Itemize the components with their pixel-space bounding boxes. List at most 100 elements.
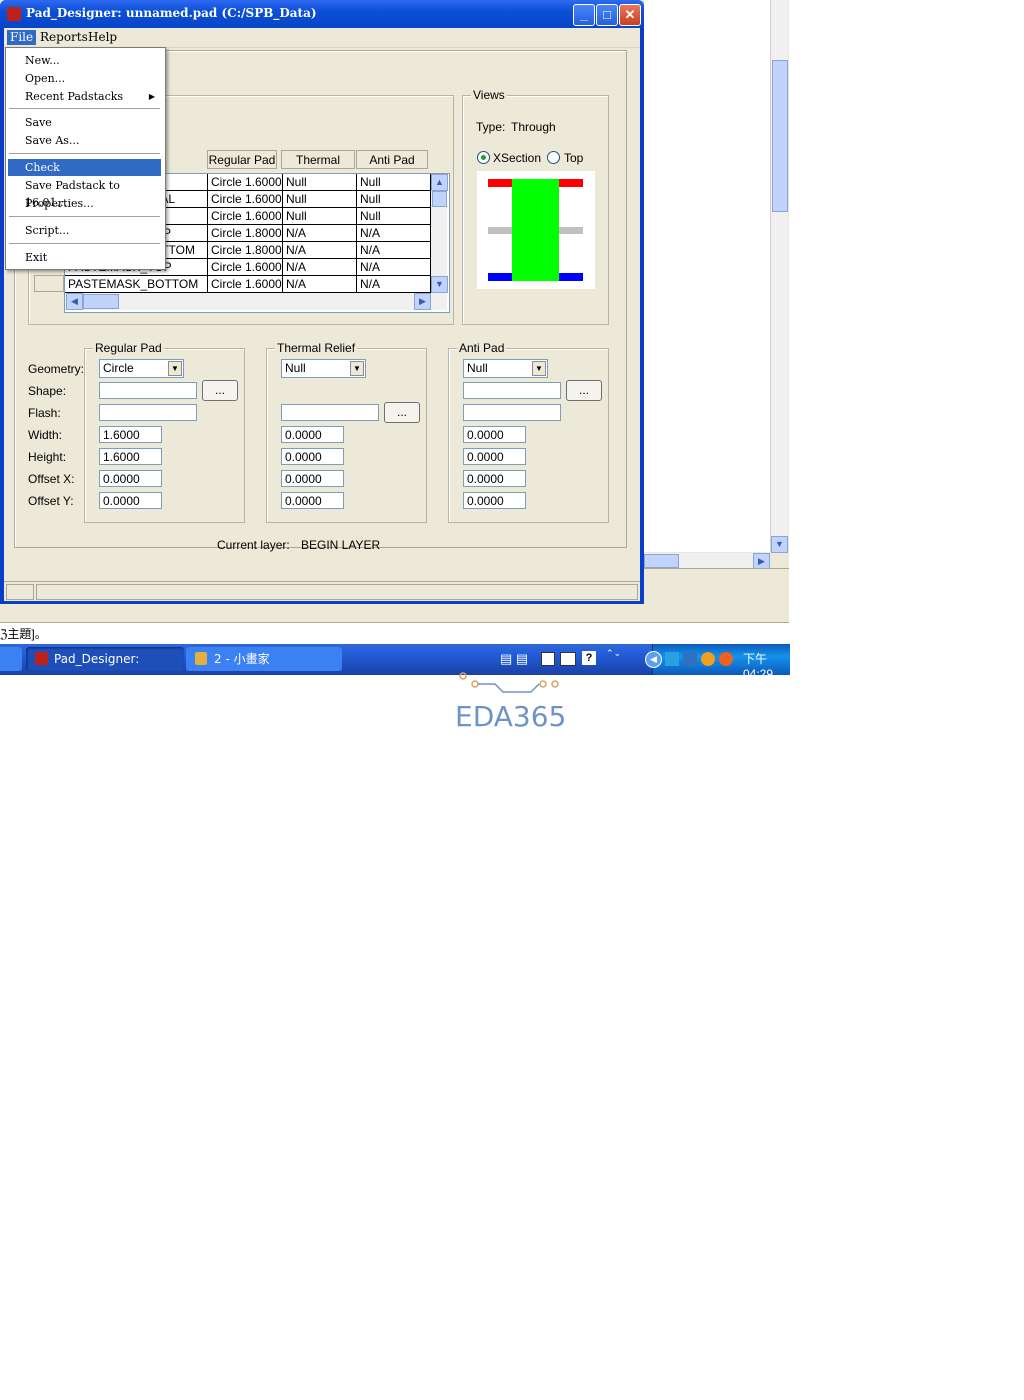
cell-anti[interactable]: N/A xyxy=(357,259,431,276)
taskbar-item-pad-designer[interactable]: Pad_Designer: unname... xyxy=(26,647,184,690)
cell-anti[interactable]: Null xyxy=(357,174,431,191)
chevron-down-icon[interactable]: ▼ xyxy=(350,361,364,376)
input-mode-icon[interactable] xyxy=(560,652,576,666)
regular-offset-y-field[interactable]: 0.0000 xyxy=(99,492,162,509)
scroll-down-arrow-icon[interactable]: ▼ xyxy=(771,536,788,553)
regular-width-field[interactable]: 1.6000 xyxy=(99,426,162,443)
cell-anti[interactable]: Null xyxy=(357,208,431,225)
scroll-up-arrow-icon[interactable]: ▲ xyxy=(431,174,448,191)
thermal-height-field[interactable]: 0.0000 xyxy=(281,448,344,465)
cell-thermal[interactable]: Null xyxy=(283,208,357,225)
anti-geometry-select[interactable]: Null ▼ xyxy=(463,359,548,378)
regular-geometry-select[interactable]: Circle ▼ xyxy=(99,359,184,378)
cell-thermal[interactable]: Null xyxy=(283,174,357,191)
scroll-right-arrow-icon[interactable]: ▶ xyxy=(414,293,431,310)
cell-thermal[interactable]: N/A xyxy=(283,225,357,242)
menu-item-properties[interactable]: Properties... xyxy=(8,195,161,212)
thermal-width-field[interactable]: 0.0000 xyxy=(281,426,344,443)
minimize-icon[interactable]: _ xyxy=(573,4,595,26)
regular-offset-x-field[interactable]: 0.0000 xyxy=(99,470,162,487)
cell-thermal[interactable]: N/A xyxy=(283,276,357,293)
menu-reports[interactable]: Reports xyxy=(37,30,91,45)
network-icon[interactable] xyxy=(665,652,679,666)
scroll-thumb[interactable] xyxy=(772,60,788,212)
anti-width-field[interactable]: 0.0000 xyxy=(463,426,526,443)
xsection-radio[interactable] xyxy=(477,151,490,164)
top-radio[interactable] xyxy=(547,151,560,164)
row-header[interactable] xyxy=(34,275,64,292)
cell-anti[interactable]: N/A xyxy=(357,276,431,293)
scroll-thumb[interactable] xyxy=(83,294,119,309)
cell-anti[interactable]: Null xyxy=(357,191,431,208)
table-horizontal-scrollbar[interactable]: ◀ ▶ xyxy=(65,293,447,310)
cell-regular[interactable]: Circle 1.8000 xyxy=(208,225,283,242)
thermal-offset-y-field[interactable]: 0.0000 xyxy=(281,492,344,509)
menu-item-exit[interactable]: Exit xyxy=(8,249,161,266)
table-vertical-scrollbar[interactable]: ▲ ▼ xyxy=(431,174,448,293)
thermal-flash-browse-button[interactable]: ... xyxy=(384,402,420,423)
thermal-offset-x-field[interactable]: 0.0000 xyxy=(281,470,344,487)
cell-regular[interactable]: Circle 1.6000 xyxy=(208,276,283,293)
header-anti-pad[interactable]: Anti Pad xyxy=(356,150,428,169)
tray-expand-icon[interactable]: ◀ xyxy=(645,651,662,668)
qq-icon[interactable] xyxy=(719,652,733,666)
header-thermal-relief[interactable]: Thermal Relief xyxy=(281,150,355,185)
horizontal-scrollbar[interactable]: ▶ xyxy=(644,553,770,570)
cell-regular[interactable]: Circle 1.6000 xyxy=(208,208,283,225)
help-icon[interactable]: ? xyxy=(582,651,596,665)
chat-icon[interactable] xyxy=(701,652,715,666)
scroll-thumb[interactable] xyxy=(644,554,679,568)
regular-height-field[interactable]: 1.6000 xyxy=(99,448,162,465)
top-label[interactable]: Top xyxy=(564,151,583,165)
chevron-down-icon[interactable]: ▼ xyxy=(168,361,182,376)
chevron-down-icon[interactable]: ▼ xyxy=(532,361,546,376)
anti-offset-y-field[interactable]: 0.0000 xyxy=(463,492,526,509)
cell-anti[interactable]: N/A xyxy=(357,242,431,259)
menu-item-check[interactable]: Check xyxy=(8,159,161,176)
anti-shape-browse-button[interactable]: ... xyxy=(566,380,602,401)
clock[interactable]: 下午 04:29 xyxy=(743,650,790,681)
menu-item-recent-padstacks[interactable]: Recent Padstacks ▶ xyxy=(8,88,161,105)
cell-regular[interactable]: Circle 1.6000 xyxy=(208,259,283,276)
regular-shape-field[interactable] xyxy=(99,382,197,399)
anti-height-field[interactable]: 0.0000 xyxy=(463,448,526,465)
cell-layer[interactable]: PASTEMASK_BOTTOM xyxy=(65,276,208,293)
header-regular-pad[interactable]: Regular Pad xyxy=(207,150,277,169)
vertical-scrollbar[interactable]: ▼ xyxy=(770,0,788,553)
scroll-down-arrow-icon[interactable]: ▼ xyxy=(431,276,448,293)
menu-item-save[interactable]: Save xyxy=(8,114,161,131)
cell-thermal[interactable]: N/A xyxy=(283,259,357,276)
scroll-thumb[interactable] xyxy=(432,191,447,207)
thermal-flash-field[interactable] xyxy=(281,404,379,421)
thermal-geometry-select[interactable]: Null ▼ xyxy=(281,359,366,378)
taskbar-item-paint[interactable]: 2 - 小畫家 xyxy=(186,647,342,671)
app-tray-icon[interactable] xyxy=(683,652,697,666)
close-icon[interactable]: ✕ xyxy=(619,4,641,26)
menu-file[interactable]: File xyxy=(7,30,37,45)
cell-thermal[interactable]: N/A xyxy=(283,242,357,259)
anti-shape-field[interactable] xyxy=(463,382,561,399)
menu-item-new[interactable]: New... xyxy=(8,52,161,69)
keyboard-icon[interactable] xyxy=(541,652,555,666)
ime-icon[interactable]: ▤ ▤ xyxy=(500,651,528,667)
cell-anti[interactable]: N/A xyxy=(357,225,431,242)
menu-item-open[interactable]: Open... xyxy=(8,70,161,87)
menu-item-save-as[interactable]: Save As... xyxy=(8,132,161,149)
anti-offset-x-field[interactable]: 0.0000 xyxy=(463,470,526,487)
xsection-label[interactable]: XSection xyxy=(493,151,541,165)
tray-arrows-icon[interactable]: ⌃⌄ xyxy=(606,648,621,659)
menu-item-save-padstack-16[interactable]: Save Padstack to 16.01... xyxy=(8,177,161,209)
maximize-icon[interactable]: □ xyxy=(596,4,618,26)
cell-regular[interactable]: Circle 1.6000 xyxy=(208,174,283,191)
menu-help[interactable]: Help xyxy=(85,30,120,45)
cell-regular[interactable]: Circle 1.6000 xyxy=(208,191,283,208)
anti-flash-field[interactable] xyxy=(463,404,561,421)
scroll-left-arrow-icon[interactable]: ◀ xyxy=(66,293,83,310)
menu-item-script[interactable]: Script... xyxy=(8,222,161,239)
taskbar-button[interactable] xyxy=(0,647,22,671)
table-row[interactable]: PASTEMASK_BOTTOM Circle 1.6000 N/A N/A xyxy=(65,276,431,293)
regular-flash-field[interactable] xyxy=(99,404,197,421)
cell-thermal[interactable]: Null xyxy=(283,191,357,208)
cell-regular[interactable]: Circle 1.8000 xyxy=(208,242,283,259)
regular-shape-browse-button[interactable]: ... xyxy=(202,380,238,401)
